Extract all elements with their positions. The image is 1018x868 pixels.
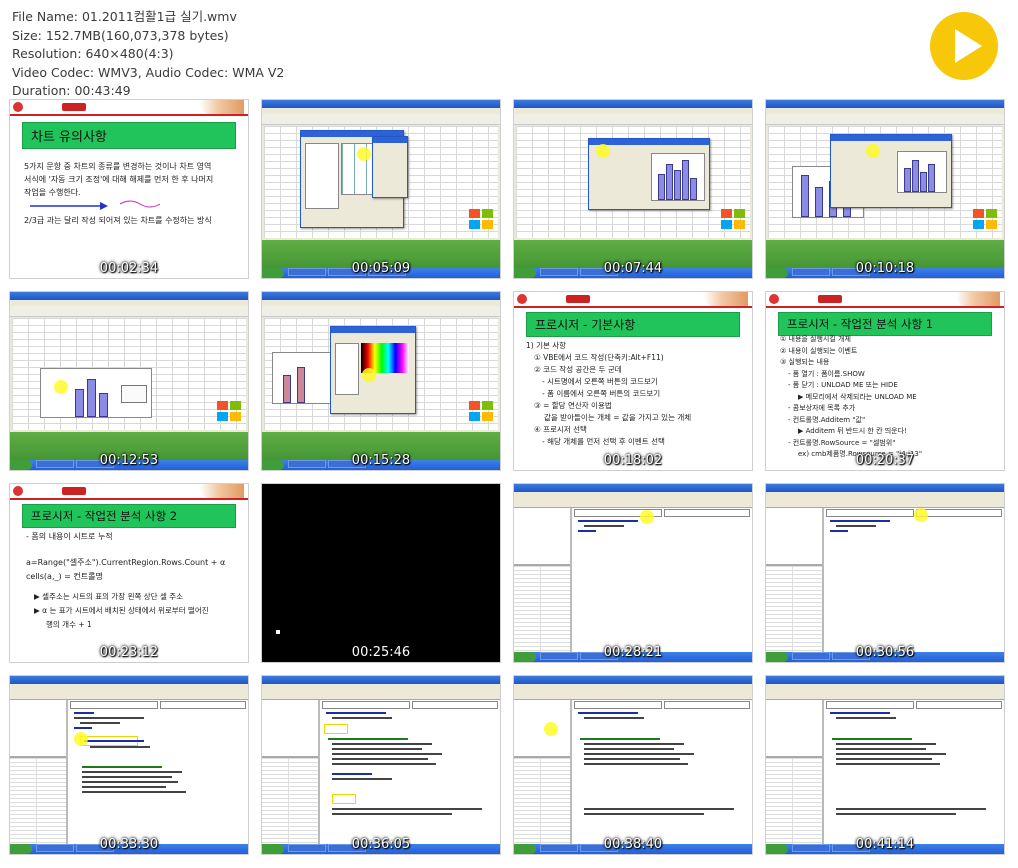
thumbnail-16[interactable]: 00:41:14 bbox=[766, 676, 1004, 854]
thumbnail-13[interactable]: 00:33:30 bbox=[10, 676, 248, 854]
play-icon bbox=[955, 29, 982, 63]
thumbnail-4[interactable]: 00:10:18 bbox=[766, 100, 1004, 278]
slide-line: 행의 개수 + 1 bbox=[46, 620, 92, 629]
slide-line: ② 내용이 실행되는 이벤트 bbox=[780, 346, 858, 355]
timestamp: 00:18:02 bbox=[603, 453, 663, 468]
timestamp: 00:41:14 bbox=[855, 837, 915, 852]
timestamp: 00:38:40 bbox=[603, 837, 663, 852]
play-button[interactable] bbox=[930, 12, 998, 80]
thumbnail-5[interactable]: 00:12:53 bbox=[10, 292, 248, 470]
thumbnail-2[interactable]: 00:05:09 bbox=[262, 100, 500, 278]
slide-title: 프로시저 - 작업전 분석 사항 1 bbox=[778, 312, 992, 336]
slide-line: 서식에 '자동 크기 조정'에 대해 해제를 먼저 한 후 나머지 bbox=[24, 175, 214, 184]
thumbnail-10[interactable]: 00:25:46 bbox=[262, 484, 500, 662]
timestamp: 00:30:56 bbox=[855, 645, 915, 660]
slide-line: 2/3급 과는 달리 작성 되어져 있는 차트를 수정하는 방식 bbox=[24, 216, 212, 225]
slide-line: a=Range("셀주소").CurrentRegion.Rows.Count … bbox=[26, 558, 226, 567]
thumbnail-3[interactable]: 00:07:44 bbox=[514, 100, 752, 278]
slide-line: 1) 기본 사항 bbox=[526, 341, 567, 350]
thumbnail-6[interactable]: 00:15:28 bbox=[262, 292, 500, 470]
slide-line: ▶ 메모리에서 삭제되라는 UNLOAD ME bbox=[798, 392, 917, 401]
windows-logo-icon bbox=[721, 209, 745, 229]
slide-line: - 폼 닫기 : UNLOAD ME 또는 HIDE bbox=[788, 381, 898, 389]
timestamp: 00:12:53 bbox=[99, 453, 159, 468]
slide-line: - 시트명에서 오른쪽 버튼의 코드보기 bbox=[542, 377, 658, 386]
timestamp: 00:02:34 bbox=[99, 261, 159, 276]
slide-line: - 콤보상자에 목록 추가 bbox=[788, 404, 856, 412]
slide-title: 프로시저 - 작업전 분석 사항 2 bbox=[22, 504, 236, 528]
file-resolution: Resolution: 640×480(4:3) bbox=[12, 46, 174, 61]
slide-line: ③ = 할당 연산자 이용법 bbox=[534, 401, 612, 410]
chart-area bbox=[272, 352, 334, 404]
windows-logo-icon bbox=[469, 209, 493, 229]
thumbnail-1[interactable]: 차트 유의사항 5가지 문항 중 차트의 종류를 변경하는 것이나 차트 영역 … bbox=[10, 100, 248, 278]
timestamp: 00:25:46 bbox=[351, 645, 411, 660]
timestamp: 00:05:09 bbox=[351, 261, 411, 276]
slide-line: - 컨트롤명.RowSource = "셀범위" bbox=[788, 438, 896, 447]
slide-line: - 해당 개체를 먼저 선택 후 이벤트 선택 bbox=[542, 437, 665, 446]
thumbnail-7[interactable]: 프로시저 - 기본사항 1) 기본 사항 ① VBE에서 코드 작성(단축키:A… bbox=[514, 292, 752, 470]
slide-title: 차트 유의사항 bbox=[22, 122, 236, 149]
slide-line: 5가지 문항 중 차트의 종류를 변경하는 것이나 차트 영역 bbox=[24, 162, 212, 171]
windows-logo-icon bbox=[973, 209, 997, 229]
thumbnail-14[interactable]: 00:36:05 bbox=[262, 676, 500, 854]
slide-line: - 폼 열기 : 폼이름.SHOW bbox=[788, 369, 865, 378]
timestamp: 00:28:21 bbox=[603, 645, 663, 660]
slide-line: - 컨트롤명.Additem "값" bbox=[788, 415, 866, 424]
thumbnail-8[interactable]: 프로시저 - 작업전 분석 사항 1 ① 내용을 실행시킬 개체 ② 내용이 실… bbox=[766, 292, 1004, 470]
slide-line: ④ 프로시저 선택 bbox=[534, 425, 587, 434]
slide-line: cells(a,_) = 컨트롤명 bbox=[26, 572, 103, 581]
thumbnail-11[interactable]: 00:28:21 bbox=[514, 484, 752, 662]
timestamp: 00:33:30 bbox=[99, 837, 159, 852]
slide-line: ▶ Additem 뒤 반드시 한 칸 띄운다! bbox=[798, 427, 907, 435]
slide-title: 프로시저 - 기본사항 bbox=[526, 312, 740, 337]
timestamp: 00:20:37 bbox=[855, 453, 915, 468]
thumbnail-9[interactable]: 프로시저 - 작업전 분석 사항 2 - 폼의 내용이 시트로 누적 a=Ran… bbox=[10, 484, 248, 662]
slide-line: ③ 실행되는 내용 bbox=[780, 358, 830, 366]
timestamp: 00:36:05 bbox=[351, 837, 411, 852]
slide-line: ① VBE에서 코드 작성(단축키:Alt+F11) bbox=[534, 353, 664, 362]
slide-line: ① 내용을 실행시킬 개체 bbox=[780, 335, 851, 343]
cursor-icon bbox=[276, 630, 280, 634]
timestamp: 00:07:44 bbox=[603, 261, 663, 276]
file-size: Size: 152.7MB(160,073,378 bytes) bbox=[12, 27, 229, 43]
thumbnail-15[interactable]: 00:38:40 bbox=[514, 676, 752, 854]
file-info: File Name: 01.2011컴활1급 실기.wmv Size: 152.… bbox=[12, 8, 284, 101]
thumbnail-12[interactable]: 00:30:56 bbox=[766, 484, 1004, 662]
slide-line: ▶ α 는 표가 시트에서 배치된 상태에서 위로부터 떨어진 bbox=[34, 606, 209, 615]
slide-line: 값을 받아들이는 개체 = 값을 가지고 있는 개체 bbox=[544, 413, 692, 422]
windows-logo-icon bbox=[217, 401, 241, 421]
file-duration: Duration: 00:43:49 bbox=[12, 83, 131, 98]
timestamp: 00:10:18 bbox=[855, 261, 915, 276]
format-dialog bbox=[830, 134, 952, 208]
arrow-annotation-icon bbox=[30, 200, 161, 210]
timestamp: 00:15:28 bbox=[351, 453, 411, 468]
file-codec: Video Codec: WMV3, Audio Codec: WMA V2 bbox=[12, 64, 285, 80]
file-name: File Name: 01.2011컴활1급 실기.wmv bbox=[12, 9, 237, 24]
slide-line: ▶ 셀주소는 시트의 표의 가장 왼쪽 상단 셀 주소 bbox=[34, 592, 184, 601]
slide-line: - 폼의 내용이 시트로 누적 bbox=[26, 532, 113, 541]
windows-logo-icon bbox=[469, 401, 493, 421]
slide-line: - 폼 이름에서 오른쪽 버튼의 코드보기 bbox=[542, 389, 661, 398]
slide-line: ② 코드 작성 공간은 두 군데 bbox=[534, 365, 622, 374]
timestamp: 00:23:12 bbox=[99, 645, 159, 660]
